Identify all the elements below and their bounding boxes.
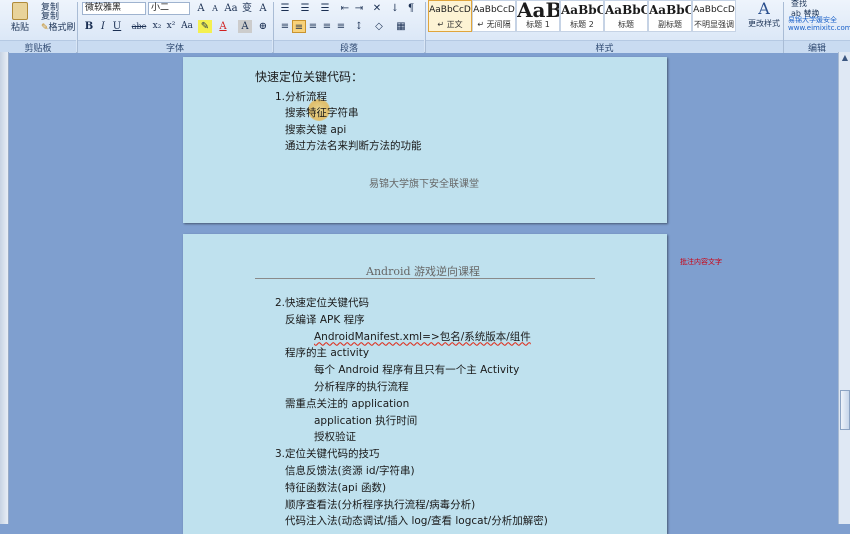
show-marks-icon[interactable]: ¶ xyxy=(404,2,418,15)
page2-line: 3.定位关键代码的技巧 xyxy=(275,448,380,461)
font-group-label: 字体 xyxy=(78,40,272,54)
style-card-4[interactable]: AaBbC 标题 xyxy=(604,0,648,32)
side-comment-note: 批注内容文字 xyxy=(680,258,722,266)
style-preview: AaBbC xyxy=(561,3,603,17)
style-preview: AaBbC xyxy=(605,3,647,17)
style-card-3[interactable]: AaBbC 标题 2 xyxy=(560,0,604,32)
page2-line: 信息反馈法(资源 id/字符串) xyxy=(285,465,415,477)
increase-indent-icon[interactable]: ⇥ xyxy=(352,2,366,15)
bold-button[interactable]: B xyxy=(82,20,96,33)
style-name: 副标题 xyxy=(658,20,682,29)
style-name: 不明显强调 xyxy=(694,20,734,29)
paste-label: 粘贴 xyxy=(10,23,29,33)
scrollbar-thumb[interactable] xyxy=(840,390,850,430)
chinese-layout-icon[interactable]: ✕ xyxy=(370,2,384,15)
style-preview: AaBbCcD xyxy=(693,5,735,15)
page1-heading: 快速定位关键代码： xyxy=(255,70,364,84)
decrease-indent-icon[interactable]: ⇤ xyxy=(338,2,352,15)
page2-line: 需重点关注的 application xyxy=(285,397,410,410)
subscript-button[interactable]: x₂ xyxy=(150,20,164,33)
align-left-icon[interactable]: ≡ xyxy=(278,20,292,33)
page2-line: 2.快速定位关键代码 xyxy=(275,297,370,309)
align-center-icon[interactable]: ≡ xyxy=(292,20,306,33)
styles-gallery: AaBbCcD ↵ 正文 AaBbCcD ↵ 无间隔 AaB 标题 1 AaBbC 标题 2A… xyxy=(428,0,738,34)
page2-line: 代码注入法(动态调试/插入 log/查看 logcat/分析加解密) xyxy=(285,515,548,528)
brush-icon: ✎ xyxy=(41,23,49,33)
paste-button[interactable]: 粘贴 xyxy=(4,2,36,38)
watermark-logo: 易锦大学媛安全 www.eimixitc.com xyxy=(788,16,850,32)
page2-line: 分析程序的执行流程 xyxy=(314,381,409,393)
grow-font-button[interactable]: A xyxy=(194,2,208,15)
page2-line: 顺序查看法(分析程序执行流程/病毒分析) xyxy=(285,498,476,511)
highlight-icon[interactable]: ✎ xyxy=(198,20,212,33)
borders-icon[interactable]: ▦ xyxy=(394,20,408,33)
paragraph-group-label: 段落 xyxy=(274,40,424,54)
header-rule xyxy=(255,278,595,279)
style-card-0[interactable]: AaBbCcD ↵ 正文 xyxy=(428,0,472,32)
page1-line: 通过方法名来判断方法的功能 xyxy=(285,140,422,152)
page1-line: 搜索关键 api xyxy=(285,124,347,136)
style-card-1[interactable]: AaBbCcD ↵ 无间隔 xyxy=(472,0,516,32)
numbering-icon[interactable]: ☰ xyxy=(298,2,312,15)
page2-line: 授权验证 xyxy=(314,431,356,444)
italic-button[interactable]: I xyxy=(96,20,110,33)
paste-icon xyxy=(12,2,28,20)
page1-footer: 易锦大学旗下安全联课堂 xyxy=(369,179,479,190)
clear-format-button[interactable]: Aa xyxy=(224,2,238,15)
bullets-icon[interactable]: ☰ xyxy=(278,2,292,15)
page1-line: 搜索特征字符串 xyxy=(285,107,359,119)
style-preview: AaBbC xyxy=(649,3,691,17)
style-card-6[interactable]: AaBbCcD 不明显强调 xyxy=(692,0,736,32)
multilevel-list-icon[interactable]: ☰ xyxy=(318,2,332,15)
shrink-font-button[interactable]: A xyxy=(208,2,222,15)
phonetic-icon[interactable]: 变 xyxy=(240,2,254,15)
page1-line: 1.分析流程 xyxy=(275,91,328,103)
style-preview: AaB xyxy=(517,1,559,19)
format-painter-button[interactable]: ✎格式刷 xyxy=(38,20,79,34)
justify-icon[interactable]: ≡ xyxy=(320,20,334,33)
change-case-button[interactable]: Aa xyxy=(180,20,194,33)
strikethrough-button[interactable]: abe xyxy=(130,20,148,33)
clipboard-group-label: 剪贴板 xyxy=(0,40,76,54)
style-preview: AaBbCcD xyxy=(429,5,471,15)
shading-icon[interactable]: ◇ xyxy=(372,20,386,33)
enclose-char-icon[interactable]: ⊕ xyxy=(256,20,270,33)
styles-group-label: 样式 xyxy=(426,40,783,54)
line-spacing-icon[interactable]: ↕ xyxy=(352,20,366,33)
page2-line: application 执行时间 xyxy=(314,414,418,427)
page2-line: 每个 Android 程序有且只有一个主 Activity xyxy=(314,364,520,377)
document-page-1[interactable]: 快速定位关键代码： 1.分析流程搜索特征字符串 搜索关键 api 通过方法名来判断方… xyxy=(183,57,667,223)
page2-header: Android 游戏逆向课程 xyxy=(366,265,481,278)
font-size-select[interactable]: 小二 xyxy=(148,2,190,15)
style-preview: AaBbCcD xyxy=(473,5,515,15)
vertical-scrollbar[interactable]: ▲ xyxy=(838,52,850,524)
scroll-up-icon[interactable]: ▲ xyxy=(839,52,850,64)
sort-icon[interactable]: ↓ xyxy=(388,2,402,15)
font-name-select[interactable]: 微软雅黑 xyxy=(82,2,146,15)
style-name: 标题 xyxy=(618,20,634,29)
page2-line: AndroidManifest.xml=>包名/系统版本/组件 xyxy=(314,330,531,343)
underline-button[interactable]: U xyxy=(110,20,124,33)
change-styles-button[interactable]: A 更改样式 xyxy=(746,0,782,38)
style-name: 标题 2 xyxy=(570,20,594,29)
border-char-icon[interactable]: A xyxy=(256,2,270,15)
change-styles-icon: A xyxy=(758,0,770,18)
font-color-button[interactable]: A xyxy=(216,20,230,33)
style-card-5[interactable]: AaBbC 副标题 xyxy=(648,0,692,32)
distribute-icon[interactable]: ≡ xyxy=(334,20,348,33)
style-name: ↵ 无间隔 xyxy=(477,20,511,29)
left-panel-edge xyxy=(0,52,9,524)
page2-line: 特征函数法(api 函数) xyxy=(285,481,387,494)
style-name: 标题 1 xyxy=(526,20,550,29)
char-shading-icon[interactable]: A xyxy=(238,20,252,33)
page2-line: 反编译 APK 程序 xyxy=(285,313,365,326)
ribbon: 粘贴 复制 复制 ✎格式刷 剪贴板 微软雅黑 小二 A A Aa 变 A B I… xyxy=(0,0,850,54)
align-right-icon[interactable]: ≡ xyxy=(306,20,320,33)
document-page-2[interactable]: Android 游戏逆向课程 2.快速定位关键代码 反编译 APK 程序 Andro… xyxy=(183,234,667,534)
style-name: ↵ 正文 xyxy=(437,20,463,29)
superscript-button[interactable]: x² xyxy=(164,20,178,33)
style-card-2[interactable]: AaB 标题 1 xyxy=(516,0,560,32)
page2-line: 程序的主 activity xyxy=(285,347,370,360)
